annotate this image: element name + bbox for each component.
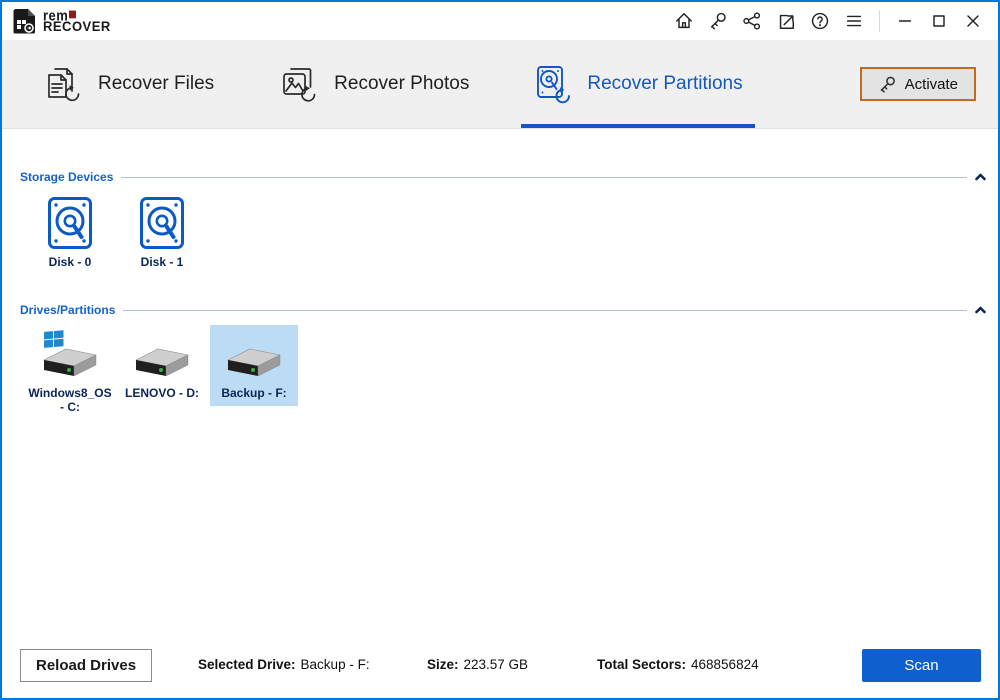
maximize-icon[interactable] — [926, 8, 952, 34]
drive-icon — [129, 329, 195, 381]
total-sectors-stat: Total Sectors: 468856824 — [597, 657, 759, 672]
selected-drive-label: Selected Drive: — [198, 657, 296, 672]
disk-icon — [47, 196, 93, 250]
app-window: rem RECOVER Recover Files Recover Photos… — [0, 0, 1000, 700]
brand-line2: RECOVER — [43, 18, 111, 35]
disk-item-label: Disk - 1 — [140, 255, 184, 269]
tab-recover-partitions[interactable]: Recover Partitions — [521, 40, 755, 128]
disk-icon — [139, 196, 185, 250]
collapse-section-icon[interactable] — [975, 306, 986, 314]
total-sectors-value: 468856824 — [691, 657, 759, 672]
section-divider-line — [123, 309, 967, 311]
drives-partitions-row: Windows8_OS - C: LENOVO - D: Backup - F: — [20, 325, 998, 420]
share-icon[interactable] — [739, 8, 765, 34]
main-content: Storage Devices Disk - 0 Disk - 1 Drives… — [2, 129, 998, 643]
key-icon[interactable] — [705, 8, 731, 34]
total-sectors-label: Total Sectors: — [597, 657, 687, 672]
collapse-section-icon[interactable] — [975, 173, 986, 181]
selected-drive-stat: Selected Drive: Backup - F: — [198, 657, 370, 672]
reload-drives-button[interactable]: Reload Drives — [20, 649, 153, 682]
size-label: Size: — [427, 657, 459, 672]
drive-item-label: Backup - F: — [221, 386, 287, 400]
tab-recover-files[interactable]: Recover Files — [30, 40, 226, 128]
activate-key-icon — [880, 76, 895, 93]
help-icon[interactable] — [807, 8, 833, 34]
scan-button[interactable]: Scan — [862, 649, 981, 682]
recover-partitions-icon — [537, 66, 571, 104]
activate-button-label: Activate — [904, 75, 958, 93]
open-external-icon[interactable] — [773, 8, 799, 34]
size-value: 223.57 GB — [463, 657, 529, 672]
storage-devices-row: Disk - 0 Disk - 1 — [20, 192, 998, 275]
drive-item-windows8os-c[interactable]: Windows8_OS - C: — [26, 325, 114, 420]
tab-recover-partitions-label: Recover Partitions — [587, 73, 743, 94]
disk-item-0[interactable]: Disk - 0 — [26, 192, 114, 275]
close-icon[interactable] — [960, 8, 986, 34]
titlebar-icons — [671, 8, 986, 34]
brand-red-square — [69, 10, 77, 19]
selected-drive-value: Backup - F: — [300, 657, 370, 672]
logo-document-icon — [13, 9, 35, 34]
disk-item-label: Disk - 0 — [48, 255, 92, 269]
titlebar-divider — [879, 10, 880, 32]
tab-bar: Recover Files Recover Photos Recover Par… — [2, 40, 998, 129]
storage-devices-header: Storage Devices — [20, 170, 998, 184]
drive-item-lenovo-d[interactable]: LENOVO - D: — [118, 325, 206, 406]
app-logo: rem RECOVER — [12, 7, 111, 35]
tab-recover-photos-label: Recover Photos — [334, 73, 470, 94]
section-divider-line — [121, 176, 967, 178]
activate-button[interactable]: Activate — [859, 67, 976, 101]
windows-logo-icon — [44, 330, 64, 348]
tab-recover-files-label: Recover Files — [98, 73, 215, 94]
drives-partitions-title: Drives/Partitions — [20, 303, 116, 317]
titlebar: rem RECOVER — [2, 2, 998, 40]
disk-item-1[interactable]: Disk - 1 — [118, 192, 206, 275]
drive-item-backup-f[interactable]: Backup - F: — [210, 325, 298, 406]
drive-icon — [37, 329, 103, 381]
drive-item-label: Windows8_OS - C: — [28, 386, 112, 414]
footer-bar: Reload Drives Selected Drive: Backup - F:… — [2, 643, 998, 698]
tab-recover-photos[interactable]: Recover Photos — [266, 40, 481, 128]
recover-files-icon — [48, 68, 80, 102]
menu-icon[interactable] — [841, 8, 867, 34]
recover-photos-icon — [283, 68, 316, 102]
drive-icon — [221, 329, 287, 381]
size-stat: Size: 223.57 GB — [427, 657, 528, 672]
brand-text: rem RECOVER — [43, 8, 111, 35]
minimize-icon[interactable] — [892, 8, 918, 34]
storage-devices-title: Storage Devices — [20, 170, 114, 184]
drive-item-label: LENOVO - D: — [125, 386, 199, 400]
home-icon[interactable] — [671, 8, 697, 34]
drives-partitions-header: Drives/Partitions — [20, 303, 998, 317]
